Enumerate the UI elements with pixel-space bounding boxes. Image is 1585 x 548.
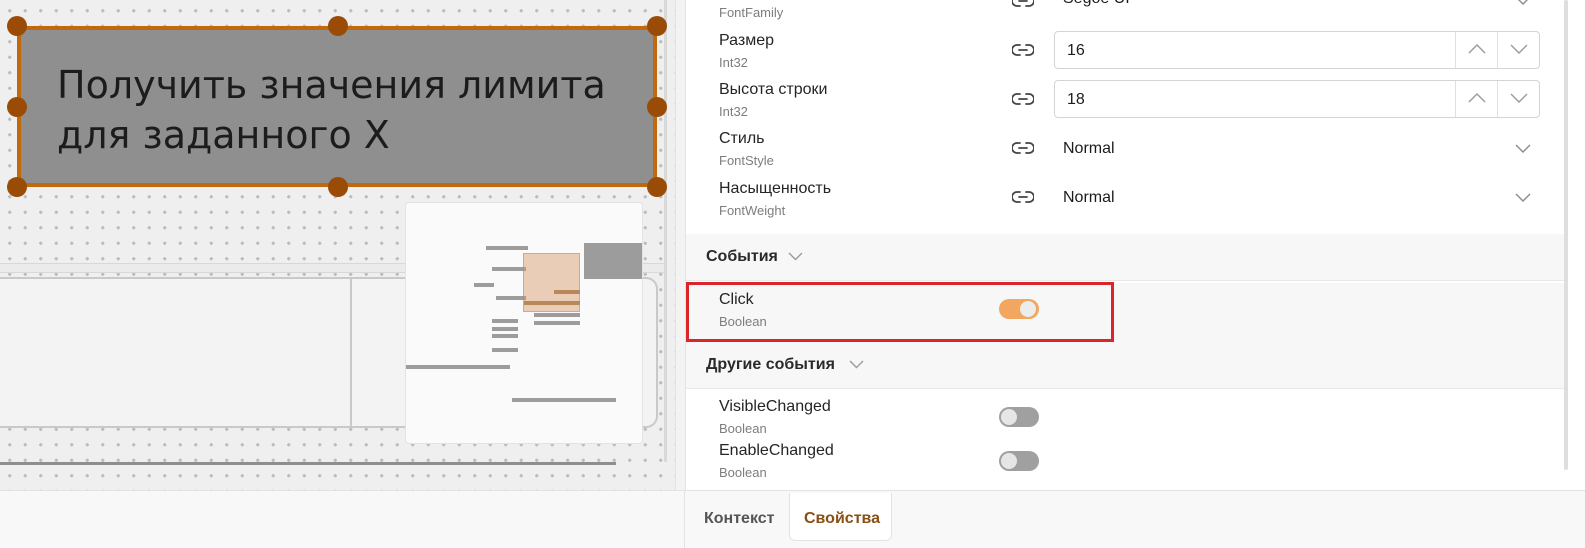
event-name-enable-changed: EnableChanged bbox=[719, 442, 834, 459]
link-icon[interactable] bbox=[1012, 43, 1034, 57]
line-height-value: 18 bbox=[1067, 91, 1085, 108]
chevron-up-icon bbox=[1468, 44, 1486, 54]
link-icon[interactable] bbox=[1012, 141, 1034, 155]
label-text: Получить значения лимита для заданного X bbox=[57, 63, 606, 157]
decrement-button[interactable] bbox=[1497, 32, 1539, 68]
link-icon[interactable] bbox=[1012, 92, 1034, 106]
resize-handle-top-left[interactable] bbox=[7, 16, 27, 36]
size-number-input[interactable]: 16 bbox=[1054, 31, 1540, 69]
minimap-element bbox=[524, 301, 580, 305]
minimap-element bbox=[492, 267, 526, 271]
toggle-knob bbox=[1001, 453, 1017, 469]
enable-changed-toggle[interactable] bbox=[999, 451, 1039, 471]
decrement-button[interactable] bbox=[1497, 81, 1539, 117]
properties-scrollbar[interactable] bbox=[1564, 0, 1568, 470]
section-divider bbox=[686, 280, 1568, 281]
minimap-element bbox=[492, 327, 518, 331]
app-root: Получить значения лимита для заданного X bbox=[0, 0, 1585, 548]
chevron-down-icon[interactable] bbox=[1515, 0, 1531, 5]
prop-name-size: Размер bbox=[719, 32, 774, 49]
section-events-title: События bbox=[706, 248, 778, 265]
tab-properties[interactable]: Свойства bbox=[789, 493, 892, 541]
highlight-annotation-box bbox=[686, 282, 1114, 342]
increment-button[interactable] bbox=[1455, 32, 1497, 68]
chevron-down-icon bbox=[1510, 44, 1528, 54]
canvas-frame-right bbox=[664, 0, 667, 462]
prop-name-weight: Насыщенность bbox=[719, 180, 832, 197]
container-divider bbox=[350, 279, 352, 426]
link-icon[interactable] bbox=[1012, 190, 1034, 204]
prop-type-size: Int32 bbox=[719, 55, 748, 70]
resize-handle-bottom[interactable] bbox=[328, 177, 348, 197]
chevron-down-icon bbox=[788, 252, 803, 261]
section-events-header[interactable]: События bbox=[686, 234, 1568, 280]
link-icon[interactable] bbox=[1012, 0, 1034, 8]
minimap-element bbox=[486, 246, 528, 250]
line-height-number-input[interactable]: 18 bbox=[1054, 80, 1540, 118]
resize-handle-top[interactable] bbox=[328, 16, 348, 36]
section-divider bbox=[686, 388, 1568, 389]
minimap-element bbox=[496, 296, 526, 300]
minimap-element bbox=[474, 283, 494, 287]
chevron-down-icon bbox=[849, 360, 864, 369]
minimap-element bbox=[584, 243, 642, 279]
minimap-element bbox=[534, 313, 580, 317]
minimap-element bbox=[492, 334, 518, 338]
canvas-frame-bottom bbox=[0, 462, 616, 465]
prop-type-style: FontStyle bbox=[719, 153, 774, 168]
properties-panel: FontFamily Segoe UI Размер Int32 16 Высо… bbox=[685, 0, 1585, 490]
resize-handle-right[interactable] bbox=[647, 97, 667, 117]
resize-handle-bottom-right[interactable] bbox=[647, 177, 667, 197]
tab-context[interactable]: Контекст bbox=[690, 493, 788, 541]
toggle-knob bbox=[1001, 409, 1017, 425]
resize-handle-bottom-left[interactable] bbox=[7, 177, 27, 197]
fontfamily-select-value[interactable]: Segoe UI bbox=[1063, 0, 1130, 8]
event-type-visible-changed: Boolean bbox=[719, 421, 767, 436]
increment-button[interactable] bbox=[1455, 81, 1497, 117]
minimap-element bbox=[534, 321, 580, 325]
event-type-enable-changed: Boolean bbox=[719, 465, 767, 480]
resize-handle-left[interactable] bbox=[7, 97, 27, 117]
resize-handle-top-right[interactable] bbox=[647, 16, 667, 36]
chevron-down-icon[interactable] bbox=[1515, 193, 1531, 202]
prop-type-weight: FontWeight bbox=[719, 203, 786, 218]
style-select-value[interactable]: Normal bbox=[1063, 140, 1115, 158]
designer-canvas[interactable]: Получить значения лимита для заданного X bbox=[0, 0, 685, 490]
prop-type-line-height: Int32 bbox=[719, 104, 748, 119]
event-name-visible-changed: VisibleChanged bbox=[719, 398, 831, 415]
size-value: 16 bbox=[1067, 42, 1085, 59]
prop-name-style: Стиль bbox=[719, 130, 765, 147]
chevron-down-icon bbox=[1510, 93, 1528, 103]
minimap-element bbox=[492, 348, 518, 352]
minimap-element bbox=[512, 398, 616, 402]
chevron-up-icon bbox=[1468, 93, 1486, 103]
minimap-element bbox=[406, 365, 510, 369]
weight-select-value[interactable]: Normal bbox=[1063, 189, 1115, 207]
minimap[interactable] bbox=[405, 202, 643, 444]
canvas-scrollbar[interactable] bbox=[675, 0, 685, 490]
section-other-events-title: Другие события bbox=[706, 356, 835, 373]
visible-changed-toggle[interactable] bbox=[999, 407, 1039, 427]
minimap-element bbox=[554, 290, 580, 294]
selected-label-element[interactable]: Получить значения лимита для заданного X bbox=[17, 26, 657, 187]
prop-name-line-height: Высота строки bbox=[719, 81, 828, 98]
chevron-down-icon[interactable] bbox=[1515, 144, 1531, 153]
minimap-element bbox=[492, 319, 518, 323]
bottom-divider bbox=[684, 490, 685, 548]
prop-type-fontfamily: FontFamily bbox=[719, 5, 784, 20]
section-other-events-header[interactable]: Другие события bbox=[686, 342, 1568, 388]
